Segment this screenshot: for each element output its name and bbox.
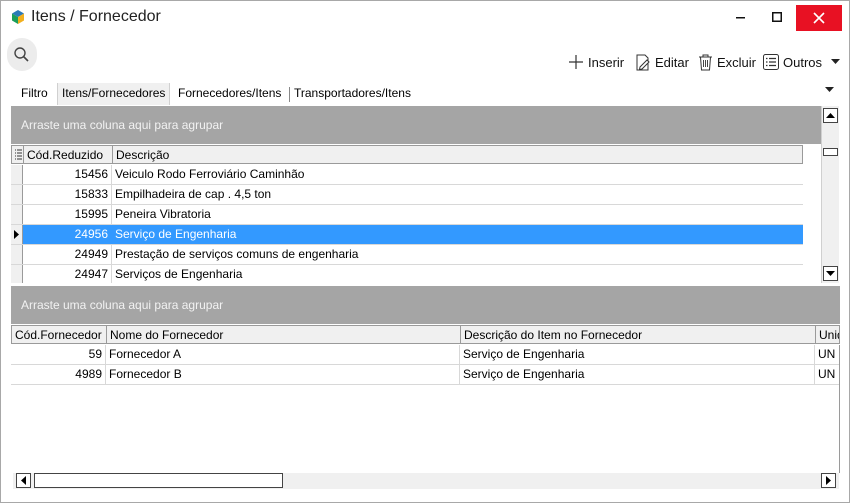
- outros-label: Outros: [783, 54, 823, 70]
- editar-label: Editar: [655, 54, 689, 70]
- table-row[interactable]: 24949 Prestação de serviços comuns de en…: [11, 245, 803, 265]
- row-indicator: [11, 185, 23, 204]
- scroll-thumb[interactable]: [34, 473, 283, 488]
- cell-code: 24956: [23, 225, 112, 244]
- scroll-up-button[interactable]: [823, 108, 838, 123]
- table-row[interactable]: 15833 Empilhadeira de cap . 4,5 ton: [11, 185, 803, 205]
- tab-filtro[interactable]: Filtro: [17, 83, 52, 105]
- suppliers-group-panel[interactable]: Arraste uma coluna aqui para agrupar: [11, 286, 840, 324]
- table-row[interactable]: 15995 Peneira Vibratoria: [11, 205, 803, 225]
- outros-button[interactable]: Outros: [763, 54, 841, 70]
- row-indicator: [11, 245, 23, 264]
- row-indicator: [11, 165, 23, 184]
- tabs-chevron-down-icon[interactable]: [825, 87, 834, 93]
- search-button[interactable]: [7, 38, 37, 71]
- column-chooser-icon[interactable]: [12, 146, 24, 163]
- excluir-button[interactable]: Excluir: [698, 54, 756, 71]
- cell-description: Prestação de serviços comuns de engenhar…: [115, 247, 359, 261]
- cell-code: 24947: [23, 265, 112, 283]
- cell-code: 15833: [23, 185, 112, 204]
- arrow-up-icon: [826, 112, 835, 118]
- column-header-cod-fornecedor[interactable]: Cód.Fornecedor: [12, 326, 107, 344]
- scroll-left-button[interactable]: [16, 473, 31, 488]
- close-button[interactable]: [796, 5, 842, 31]
- tab-transportadores-itens[interactable]: Transportadores/Itens: [290, 83, 415, 105]
- table-row[interactable]: 4989 Fornecedor B Serviço de Engenharia …: [11, 365, 840, 385]
- app-window: Itens / Fornecedor Inserir Editar Exclui…: [0, 0, 850, 503]
- suppliers-header-row: Cód.Fornecedor Nome do Fornecedor Descri…: [11, 325, 840, 344]
- editar-button[interactable]: Editar: [634, 54, 689, 71]
- arrow-down-icon: [826, 270, 835, 276]
- table-row[interactable]: 59 Fornecedor A Serviço de Engenharia UN: [11, 345, 840, 365]
- column-header-unidade[interactable]: Unid: [816, 326, 839, 344]
- cell-supplier-name: Fornecedor B: [106, 365, 460, 384]
- cell-description: Veiculo Rodo Ferroviário Caminhão: [115, 167, 305, 181]
- arrow-right-icon: [825, 476, 831, 485]
- cell-unit: UN: [818, 367, 836, 381]
- grid-border: [839, 345, 840, 473]
- cell-code: 15995: [23, 205, 112, 224]
- tab-fornecedores-itens[interactable]: Fornecedores/Itens: [174, 83, 285, 105]
- cell-code: 15456: [23, 165, 112, 184]
- column-header-nome-fornecedor[interactable]: Nome do Fornecedor: [107, 326, 461, 344]
- cell-description: Empilhadeira de cap . 4,5 ton: [115, 187, 272, 201]
- table-row[interactable]: 15456 Veiculo Rodo Ferroviário Caminhão: [11, 165, 803, 185]
- current-row-indicator: [11, 225, 23, 244]
- list-icon: [763, 54, 779, 70]
- scroll-thumb[interactable]: [823, 148, 838, 156]
- items-group-panel[interactable]: Arraste uma coluna aqui para agrupar: [11, 106, 821, 144]
- items-header-row: Cód.Reduzido Descrição: [11, 145, 803, 164]
- cell-description: Peneira Vibratoria: [115, 207, 211, 221]
- cell-code: 24949: [23, 245, 112, 264]
- table-row-selected[interactable]: 24956 Serviço de Engenharia: [11, 225, 803, 245]
- inserir-button[interactable]: Inserir: [568, 54, 624, 70]
- horizontal-scrollbar[interactable]: [13, 473, 839, 489]
- caret-right-icon: [14, 230, 19, 239]
- column-header-descricao-item-fornecedor[interactable]: Descrição do Item no Fornecedor: [461, 326, 816, 344]
- excluir-label: Excluir: [717, 54, 757, 70]
- cell-item-description: Serviço de Engenharia: [460, 365, 815, 384]
- inserir-label: Inserir: [588, 54, 625, 70]
- row-indicator: [11, 205, 23, 224]
- cell-unit: UN: [818, 347, 836, 361]
- scroll-down-button[interactable]: [823, 266, 838, 281]
- cell-description: Serviços de Engenharia: [115, 267, 243, 281]
- maximize-button[interactable]: [755, 1, 799, 33]
- tab-itens-fornecedores[interactable]: Itens/Fornecedores: [57, 83, 171, 105]
- chevron-down-icon: [831, 59, 841, 64]
- title-bar: Itens / Fornecedor: [1, 1, 849, 35]
- cell-description: Serviço de Engenharia: [112, 225, 803, 244]
- app-logo-icon: [12, 10, 24, 24]
- arrow-left-icon: [20, 476, 26, 485]
- scroll-right-button[interactable]: [821, 473, 836, 488]
- close-icon: [813, 12, 825, 24]
- cell-supplier-code: 4989: [11, 365, 106, 384]
- cell-supplier-code: 59: [11, 345, 106, 364]
- minimize-icon: [736, 17, 745, 19]
- trash-icon: [699, 54, 712, 70]
- maximize-icon: [772, 12, 782, 22]
- edit-icon: [636, 54, 650, 70]
- table-row[interactable]: 24947 Serviços de Engenharia: [11, 265, 803, 283]
- tab-strip: Filtro Itens/Fornecedores Fornecedores/I…: [11, 83, 841, 105]
- column-header-descricao[interactable]: Descrição: [113, 146, 802, 164]
- window-title: Itens / Fornecedor: [31, 8, 161, 25]
- search-icon: [14, 47, 29, 62]
- cell-item-description: Serviço de Engenharia: [460, 345, 815, 364]
- items-vertical-scrollbar[interactable]: [821, 106, 839, 283]
- row-indicator: [11, 265, 23, 283]
- column-header-cod-reduzido[interactable]: Cód.Reduzido: [24, 146, 113, 164]
- cell-supplier-name: Fornecedor A: [106, 345, 460, 364]
- plus-icon: [569, 55, 583, 69]
